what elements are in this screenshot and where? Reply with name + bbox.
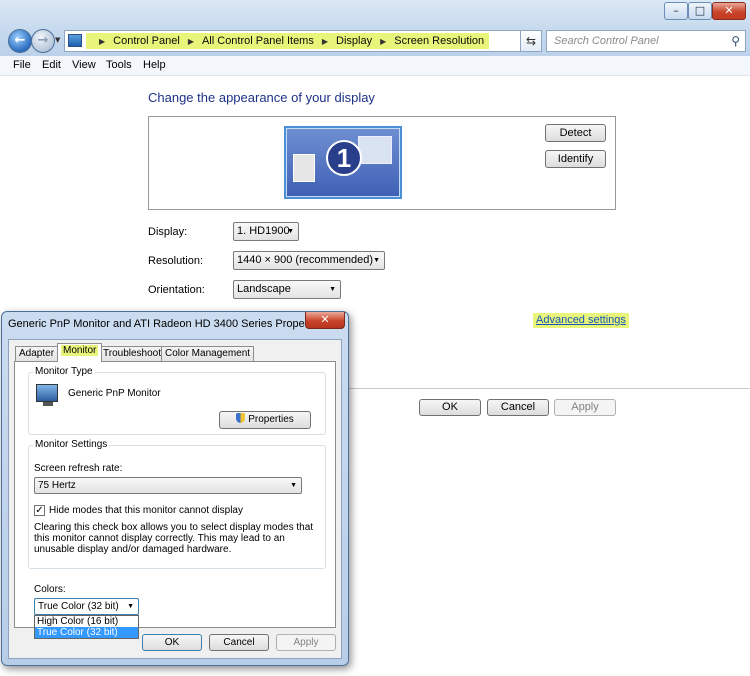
- properties-button[interactable]: Properties: [219, 411, 311, 429]
- orientation-select[interactable]: Landscape ▼: [233, 280, 341, 299]
- colors-value: True Color (32 bit): [38, 601, 119, 612]
- colors-label: Colors:: [34, 584, 66, 595]
- close-button[interactable]: ✕: [712, 2, 746, 20]
- tab-monitor[interactable]: Monitor: [57, 343, 103, 362]
- properties-label: Properties: [248, 414, 294, 425]
- orientation-label: Orientation:: [148, 284, 205, 296]
- colors-dropdown-list: High Color (16 bit) True Color (32 bit): [34, 615, 139, 639]
- hide-modes-label[interactable]: Hide modes that this monitor cannot disp…: [49, 505, 243, 516]
- search-box[interactable]: ⚲: [546, 30, 746, 52]
- orientation-value: Landscape: [237, 283, 291, 295]
- breadcrumb-display[interactable]: Display: [336, 35, 372, 47]
- control-panel-icon: [68, 34, 82, 47]
- maximize-button[interactable]: □: [688, 2, 712, 20]
- monitor-properties-dialog: Generic PnP Monitor and ATI Radeon HD 34…: [1, 311, 349, 666]
- monitor-number-badge: 1: [326, 140, 362, 176]
- monitor-name: Generic PnP Monitor: [68, 388, 161, 399]
- detect-button[interactable]: Detect: [545, 124, 606, 142]
- back-arrow-icon[interactable]: ←: [8, 29, 32, 53]
- dialog-body: Adapter Monitor Troubleshoot Color Manag…: [8, 339, 342, 659]
- menu-help[interactable]: Help: [143, 59, 166, 71]
- dropdown-arrow-icon: ▼: [127, 603, 134, 610]
- menu-edit[interactable]: Edit: [42, 59, 61, 71]
- breadcrumb-all-items[interactable]: All Control Panel Items: [202, 35, 314, 47]
- breadcrumb-separator-icon: ▶: [321, 37, 329, 46]
- menu-tools[interactable]: Tools: [106, 59, 132, 71]
- ok-button[interactable]: OK: [419, 399, 481, 416]
- dialog-ok-button[interactable]: OK: [142, 634, 202, 651]
- dialog-cancel-button[interactable]: Cancel: [209, 634, 269, 651]
- dialog-close-button[interactable]: ✕: [305, 312, 345, 329]
- address-bar[interactable]: ▶ Control Panel ▶ All Control Panel Items ▶ D…: [64, 30, 538, 52]
- breadcrumb-separator-icon: ▶: [99, 37, 106, 46]
- breadcrumb-separator-icon: ▶: [380, 37, 387, 46]
- search-icon[interactable]: ⚲: [731, 34, 740, 48]
- hide-modes-warning: Clearing this check box allows you to se…: [34, 522, 314, 555]
- display-label: Display:: [148, 226, 188, 238]
- dropdown-arrow-icon: ▼: [290, 482, 297, 489]
- recent-pages-dropdown-icon[interactable]: ▼: [55, 36, 60, 44]
- refresh-rate-value: 75 Hertz: [38, 480, 76, 491]
- forward-arrow-icon[interactable]: →: [31, 29, 55, 53]
- page-title: Change the appearance of your display: [148, 90, 375, 105]
- dropdown-arrow-icon: ▼: [329, 286, 336, 293]
- menu-file[interactable]: File: [13, 59, 31, 71]
- dialog-title: Generic PnP Monitor and ATI Radeon HD 34…: [8, 318, 326, 330]
- search-input[interactable]: [547, 31, 719, 51]
- dialog-apply-button[interactable]: Apply: [276, 634, 336, 651]
- monitor-settings-caption: Monitor Settings: [33, 439, 110, 450]
- apply-button[interactable]: Apply: [554, 399, 616, 416]
- dropdown-arrow-icon: ▼: [373, 257, 380, 264]
- refresh-icon[interactable]: ⇆: [520, 30, 542, 52]
- colors-option-16bit[interactable]: High Color (16 bit): [35, 616, 138, 627]
- breadcrumb-separator-icon: ▶: [187, 37, 194, 46]
- menu-view[interactable]: View: [72, 59, 96, 71]
- monitor-type-group: Monitor Type Generic PnP Monitor Propert…: [28, 366, 326, 435]
- breadcrumb: ▶ Control Panel ▶ All Control Panel Items ▶ D…: [86, 33, 490, 49]
- tab-adapter[interactable]: Adapter: [15, 346, 59, 361]
- refresh-rate-select[interactable]: 75 Hertz ▼: [34, 477, 302, 494]
- minimize-button[interactable]: –: [664, 2, 688, 20]
- tab-monitor-label: Monitor: [61, 345, 99, 356]
- tab-color-management-label: Color Management: [165, 348, 251, 359]
- monitor-type-caption: Monitor Type: [33, 366, 95, 377]
- dropdown-arrow-icon: ▼: [287, 228, 294, 235]
- display-value: 1. HD1900: [237, 225, 290, 237]
- tab-color-management[interactable]: Color Management: [161, 346, 255, 361]
- breadcrumb-control-panel[interactable]: Control Panel: [113, 35, 180, 47]
- tab-troubleshoot-label: Troubleshoot: [103, 348, 161, 359]
- colors-select[interactable]: True Color (32 bit) ▼: [34, 598, 139, 615]
- refresh-rate-label: Screen refresh rate:: [34, 463, 123, 474]
- advanced-settings-link[interactable]: Advanced settings: [533, 313, 629, 328]
- resolution-value: 1440 × 900 (recommended): [237, 254, 374, 266]
- resolution-select[interactable]: 1440 × 900 (recommended) ▼: [233, 251, 385, 270]
- window-titlebar: – □ ✕ ← → ▼ ▶ Control Panel ▶ All Control P…: [0, 0, 750, 56]
- monitor-tab-panel: Monitor Type Generic PnP Monitor Propert…: [14, 361, 336, 639]
- cancel-button[interactable]: Cancel: [487, 399, 549, 416]
- monitor-graphic-window: [293, 154, 315, 182]
- resolution-label: Resolution:: [148, 255, 204, 267]
- monitor-settings-group: Monitor Settings Screen refresh rate: 75…: [28, 439, 326, 569]
- monitor-arrangement-panel: 1 Detect Identify: [148, 116, 616, 210]
- colors-option-32bit[interactable]: True Color (32 bit): [35, 627, 138, 638]
- identify-button[interactable]: Identify: [545, 150, 606, 168]
- hide-modes-checkbox[interactable]: ✓: [34, 505, 45, 516]
- breadcrumb-screen-resolution[interactable]: Screen Resolution: [394, 35, 484, 47]
- tab-adapter-label: Adapter: [19, 348, 55, 359]
- divider: [340, 388, 750, 389]
- display-select[interactable]: 1. HD1900 ▼: [233, 222, 299, 241]
- monitor-graphic[interactable]: 1: [284, 126, 402, 199]
- monitor-icon: [36, 384, 58, 402]
- monitor-graphic-window: [358, 136, 392, 164]
- monitor-stand-icon: [43, 402, 53, 406]
- menu-bar: File Edit View Tools Help: [0, 56, 750, 76]
- shield-icon: [236, 413, 246, 423]
- tab-troubleshoot[interactable]: Troubleshoot: [99, 346, 165, 361]
